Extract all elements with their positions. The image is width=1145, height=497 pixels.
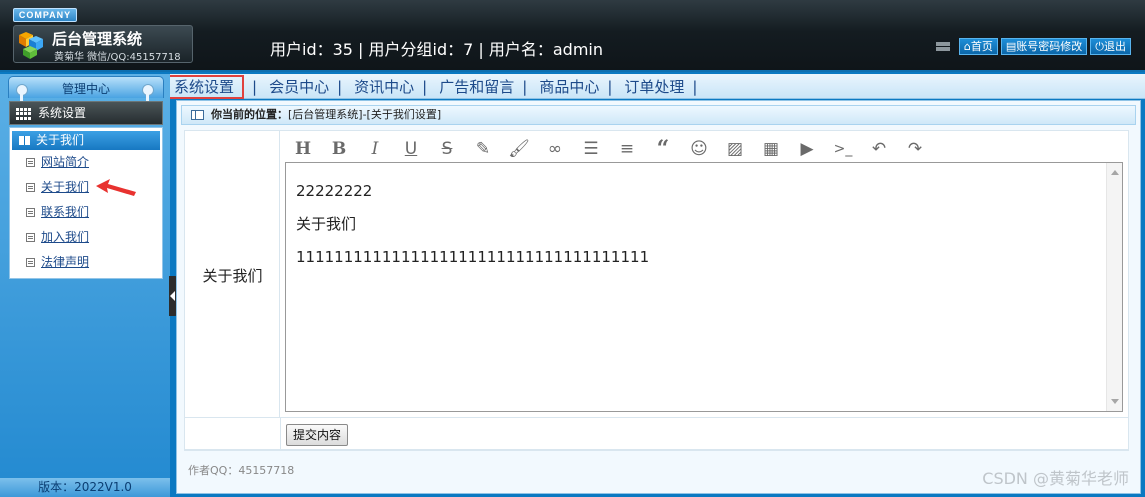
quote-icon[interactable]: “ xyxy=(645,135,681,163)
video-icon[interactable]: ▶ xyxy=(789,135,825,163)
sidebar-panel-title[interactable]: 关于我们 xyxy=(12,131,160,150)
submit-button[interactable]: 提交内容 xyxy=(286,424,349,446)
page-icon xyxy=(26,208,35,217)
emoji-icon[interactable]: ☺ xyxy=(681,135,717,163)
panel-icon xyxy=(191,110,204,120)
top-header: COMPANY 后台管理系统 黄菊华 微信/QQ:45157718 用户id：3… xyxy=(0,0,1145,72)
system-title: 后台管理系统 xyxy=(52,30,143,48)
italic-icon[interactable]: I xyxy=(357,135,393,163)
system-subtitle: 黄菊华 微信/QQ:45157718 xyxy=(54,52,181,63)
submit-row-divider xyxy=(280,418,281,449)
sidebar-item-site-intro[interactable]: 网站简介 xyxy=(10,150,162,175)
undo-icon[interactable]: ↶ xyxy=(861,135,897,163)
document-icon: ▤ xyxy=(1005,40,1017,53)
watermark: CSDN @黄菊华老师 xyxy=(982,469,1129,488)
sidebar-item-legal[interactable]: 法律声明 xyxy=(10,250,162,275)
redo-icon[interactable]: ↷ xyxy=(897,135,933,163)
top-links: ⌂首页 ▤账号密码修改 ⏻退出 xyxy=(935,38,1131,55)
nav-item-news-center[interactable]: 资讯中心 xyxy=(350,76,418,97)
user-info: 用户id：35 | 用户分组id：7 | 用户名：admin xyxy=(270,40,604,59)
editor-toolbar: H B I U S ✎ 🖌︎ ∞ ☰ ≡ “ ☺ ▨ ▦ ▶ >_ ↶ ↷ xyxy=(285,135,933,163)
main-content: 你当前的位置：[后台管理系统]-[关于我们设置] 关于我们 H B I U S … xyxy=(176,100,1141,494)
nav-separator: | xyxy=(252,77,258,96)
sidebar-item-join-us[interactable]: 加入我们 xyxy=(10,225,162,250)
sidebar-item-contact-us[interactable]: 联系我们 xyxy=(10,200,162,225)
editor-line: 1111111111111111111111111111111111111 xyxy=(296,248,650,266)
management-center-tab[interactable]: 管理中心 xyxy=(8,76,164,98)
nav-tabs: 系统设置 | 会员中心 | 资讯中心 | 广告和留言 | 商品中心 | 订单处理… xyxy=(164,74,705,99)
breadcrumb-label: 你当前的位置： xyxy=(211,108,288,121)
nav-separator: | xyxy=(422,77,428,96)
book-icon xyxy=(19,136,30,145)
align-icon[interactable]: ≡ xyxy=(609,135,645,163)
editor-content[interactable]: 22222222 关于我们 11111111111111111111111111… xyxy=(296,175,649,274)
sidebar-section-label: 系统设置 xyxy=(38,106,87,120)
pen-icon[interactable]: ✎ xyxy=(465,135,501,163)
bold-icon[interactable]: B xyxy=(321,135,357,163)
code-icon[interactable]: >_ xyxy=(825,135,861,163)
scroll-down-icon[interactable] xyxy=(1111,399,1119,404)
nav-separator: | xyxy=(522,77,528,96)
sidebar-section-header[interactable]: 系统设置 xyxy=(9,101,163,125)
home-link[interactable]: ⌂首页 xyxy=(958,38,998,55)
company-badge: COMPANY xyxy=(13,8,77,22)
nav-item-member-center[interactable]: 会员中心 xyxy=(265,76,333,97)
sidebar-item-about-us[interactable]: 关于我们 xyxy=(10,175,162,200)
author-note: 作者QQ：45157718 xyxy=(188,464,295,477)
field-label-cell: 关于我们 xyxy=(185,131,280,450)
list-icon[interactable]: ☰ xyxy=(573,135,609,163)
page-icon xyxy=(26,233,35,242)
breadcrumb-path: [后台管理系统]-[关于我们设置] xyxy=(288,108,442,121)
editor-line: 关于我们 xyxy=(296,215,357,233)
field-label: 关于我们 xyxy=(202,267,263,285)
link-icon[interactable]: ∞ xyxy=(537,135,573,163)
editor-scrollbar[interactable] xyxy=(1106,163,1122,411)
power-icon: ⏻ xyxy=(1095,40,1104,53)
nav-item-system-settings[interactable]: 系统设置 xyxy=(164,74,245,99)
rich-text-editor[interactable]: 22222222 关于我们 11111111111111111111111111… xyxy=(285,162,1123,412)
editor-line: 22222222 xyxy=(296,182,373,200)
grid-icon xyxy=(16,108,32,120)
submit-row: 提交内容 xyxy=(184,417,1129,450)
cube-logo-icon xyxy=(19,32,43,59)
version-label: 版本：2022V1.0 xyxy=(0,478,170,497)
red-arrow-annotation xyxy=(96,179,136,196)
logout-link[interactable]: ⏻退出 xyxy=(1090,38,1131,55)
nav-item-ads-messages[interactable]: 广告和留言 xyxy=(435,76,518,97)
brush-icon[interactable]: 🖌︎ xyxy=(501,135,537,163)
nav-separator: | xyxy=(607,77,613,96)
sidebar-panel: 关于我们 网站简介 关于我们 联系我们 加入我们 法律声明 xyxy=(9,127,163,279)
change-password-link[interactable]: ▤账号密码修改 xyxy=(1000,38,1088,55)
top-nav: 系统设置 | 会员中心 | 资讯中心 | 广告和留言 | 商品中心 | 订单处理… xyxy=(0,74,1145,99)
nav-item-order-processing[interactable]: 订单处理 xyxy=(620,76,688,97)
page-icon xyxy=(26,158,35,167)
home-icon: ⌂ xyxy=(963,40,971,53)
page-icon xyxy=(26,183,35,192)
logo-block: 后台管理系统 黄菊华 微信/QQ:45157718 xyxy=(13,25,193,63)
nav-item-product-center[interactable]: 商品中心 xyxy=(535,76,603,97)
edit-form: 关于我们 H B I U S ✎ 🖌︎ ∞ ☰ ≡ “ ☺ ▨ ▦ ▶ >_ ↶… xyxy=(184,130,1129,451)
sidebar: 管理中心 系统设置 关于我们 网站简介 关于我们 联系我们 加入我们 法律声明 … xyxy=(0,74,170,497)
page-icon xyxy=(26,258,35,267)
nav-separator: | xyxy=(692,77,698,96)
image-icon[interactable]: ▨ xyxy=(717,135,753,163)
breadcrumb: 你当前的位置：[后台管理系统]-[关于我们设置] xyxy=(181,105,1136,125)
menu-icon[interactable] xyxy=(935,40,950,54)
heading-icon[interactable]: H xyxy=(285,135,321,163)
scroll-up-icon[interactable] xyxy=(1111,170,1119,175)
nav-separator: | xyxy=(337,77,343,96)
table-icon[interactable]: ▦ xyxy=(753,135,789,163)
underline-icon[interactable]: U xyxy=(393,135,429,163)
strikethrough-icon[interactable]: S xyxy=(429,135,465,163)
